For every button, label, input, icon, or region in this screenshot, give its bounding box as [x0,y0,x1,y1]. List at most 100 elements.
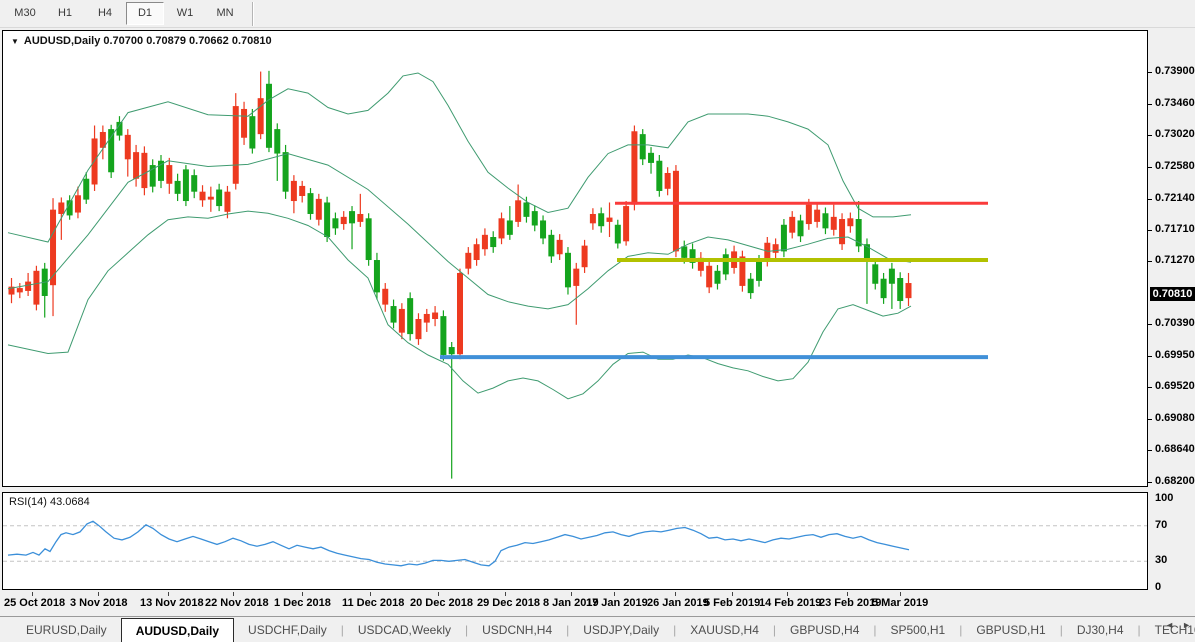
candle [100,126,106,160]
candle [332,213,338,235]
price-axis-tick [1148,230,1152,231]
date-axis-tick [98,592,99,596]
timeframe-button-d1[interactable]: D1 [126,2,164,25]
candle [515,184,521,226]
candle [482,228,488,255]
candle [366,213,372,266]
price-axis[interactable]: 0.739000.734600.730200.725800.721400.717… [1148,30,1195,590]
candle [308,188,314,220]
candle [274,123,280,181]
candle [490,231,496,253]
candle [648,147,654,174]
price-axis-tick [1148,324,1152,325]
candle [847,213,853,233]
candle [291,175,297,213]
candle [499,213,505,245]
price-axis-label: 0.69520 [1155,380,1195,392]
timeframe-button-m30[interactable]: M30 [6,2,44,25]
date-axis-tick [438,592,439,596]
timeframe-button-w1[interactable]: W1 [166,2,204,25]
chart-tab-xauusd[interactable]: XAUUSD,H4 [676,617,773,642]
chart-tab-usdchf[interactable]: USDCHF,Daily [234,617,341,642]
date-axis-tick [168,592,169,596]
candle [889,263,895,309]
chart-tab-audusd[interactable]: AUDUSD,Daily [121,618,234,642]
candle [283,145,289,199]
tab-scroll-arrows: ◄ ► [1165,620,1191,630]
chart-tab-usdcnh[interactable]: USDCNH,H4 [468,617,566,642]
candle [150,159,156,192]
rsi-line[interactable] [8,521,909,566]
timeframe-button-h1[interactable]: H1 [46,2,84,25]
candlestick-chart[interactable] [3,31,1147,486]
candle [457,269,463,360]
candle [141,146,147,195]
chart-tab-eurusd[interactable]: EURUSD,Daily [12,617,121,642]
timeframe-button-h4[interactable]: H4 [86,2,124,25]
candle [822,208,828,235]
candle [523,197,529,223]
rsi-chart[interactable] [3,493,1147,589]
timeframe-button-mn[interactable]: MN [206,2,244,25]
candle [241,102,247,145]
candle [582,240,588,273]
candle [158,155,164,188]
price-axis-tick [1148,72,1152,73]
tab-scroll-right-button[interactable]: ► [1182,620,1191,630]
date-axis-label: 13 Nov 2018 [140,597,204,609]
candle [449,342,455,479]
date-axis-label: 20 Dec 2018 [410,597,473,609]
date-axis-label: 5 Feb 2019 [704,597,760,609]
mt4-window: M30H1H4D1W1MN ▼ AUDUSD,Daily 0.70700 0.7… [0,0,1195,642]
candle [814,202,820,227]
date-axis-tick [32,592,33,596]
chart-tab-gbpusd[interactable]: GBPUSD,H1 [962,617,1059,642]
price-axis-label: 0.71710 [1155,223,1195,235]
candle [706,260,712,293]
price-chart-panel[interactable]: ▼ AUDUSD,Daily 0.70700 0.70879 0.70662 0… [2,30,1148,487]
chart-tab-gbpusd[interactable]: GBPUSD,H4 [776,617,873,642]
candle [607,202,613,237]
price-axis-tick [1148,356,1152,357]
candle [357,194,363,227]
candle [656,155,662,197]
date-axis-label: 22 Nov 2018 [205,597,269,609]
candle [133,145,139,187]
candle [906,273,912,306]
candle [299,181,305,203]
price-axis-label: 0.71270 [1155,254,1195,266]
candle [739,251,745,292]
candle [341,211,347,230]
date-axis-label: 26 Jan 2019 [647,597,709,609]
candle [640,129,646,165]
candle [839,213,845,250]
candle [789,211,795,238]
chevron-down-icon: ▼ [11,37,19,46]
candle [623,201,629,246]
candle [33,266,39,311]
candle [382,283,388,312]
chart-tab-usdjpy[interactable]: USDJPY,Daily [569,617,673,642]
price-axis-tick [1148,387,1152,388]
candle [349,206,355,249]
candle [208,187,214,212]
candle [548,230,554,263]
price-axis-tick [1148,450,1152,451]
candle [723,249,729,281]
toolbar-separator [252,2,254,26]
chart-tab-sp500[interactable]: SP500,H1 [877,617,960,642]
date-axis-label: 29 Dec 2018 [477,597,540,609]
date-axis[interactable]: 25 Oct 20183 Nov 201813 Nov 201822 Nov 2… [2,592,1148,616]
chart-tab-dj30[interactable]: DJ30,H4 [1063,617,1138,642]
tab-scroll-left-button[interactable]: ◄ [1165,620,1174,630]
chart-tab-usdcad[interactable]: USDCAD,Weekly [344,617,465,642]
rsi-axis-label: 30 [1155,554,1167,566]
price-axis-label: 0.72140 [1155,192,1195,204]
candle [831,205,837,236]
price-axis-tick [1148,104,1152,105]
date-axis-tick [233,592,234,596]
candle [798,215,804,242]
candle [233,93,239,189]
date-axis-tick [847,592,848,596]
rsi-indicator-panel[interactable]: RSI(14) 43.0684 [2,492,1148,590]
